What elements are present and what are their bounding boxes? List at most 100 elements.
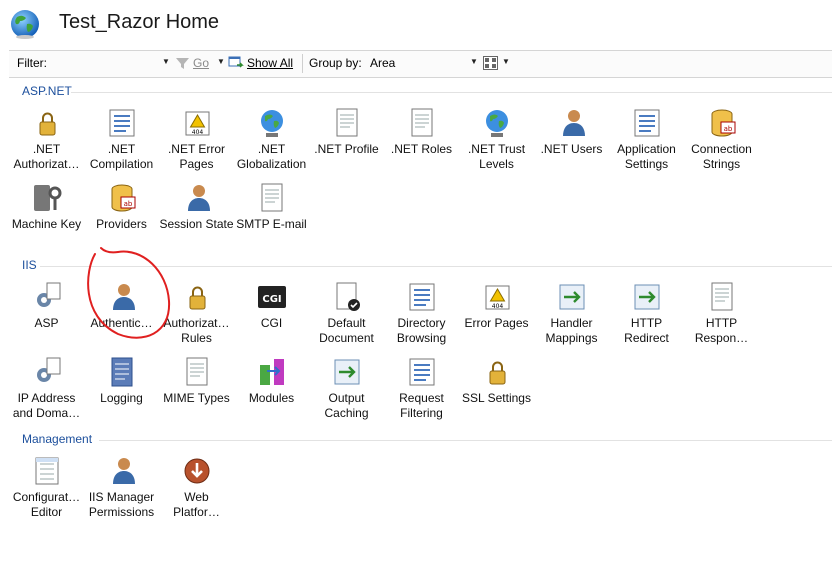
feature-tile-http-response-headers[interactable]: HTTP Respon… [684, 278, 759, 353]
feature-tile-output-caching[interactable]: Output Caching [309, 353, 384, 428]
toolbar-separator [302, 54, 303, 73]
globe-icon [11, 10, 39, 39]
http-response-headers-icon [711, 282, 732, 311]
view-dropdown-icon[interactable]: ▼ [502, 57, 510, 66]
view-options-button[interactable]: ▼ [483, 55, 513, 72]
svg-text:ab: ab [123, 200, 132, 208]
feature-tile-connection-strings[interactable]: ab Connection Strings [684, 104, 759, 179]
net-users-icon [562, 110, 585, 136]
feature-label: Modules [248, 391, 295, 405]
feature-tile-http-redirect[interactable]: HTTP Redirect [609, 278, 684, 353]
providers-icon: ab [111, 184, 135, 212]
view-grid-icon [483, 56, 498, 70]
section-aspnet: ASP.NET .NET Authorizat… .NET Compilation… [9, 80, 832, 231]
feature-tile-net-authorization[interactable]: .NET Authorizat… [9, 104, 84, 179]
net-error-pages-icon: 404 [185, 111, 209, 136]
feature-grid: .NET Authorizat… .NET Compilation 404 .NET … [9, 104, 832, 254]
feature-tile-default-document[interactable]: Default Document [309, 278, 384, 353]
section-title: IIS [22, 258, 37, 272]
feature-label: Directory Browsing [396, 316, 447, 345]
show-all-button[interactable]: Show All [247, 56, 293, 70]
mime-types-icon [186, 357, 207, 386]
feature-tile-application-settings[interactable]: Application Settings [609, 104, 684, 179]
funnel-icon [176, 58, 189, 69]
feature-tile-ip-address-domain[interactable]: IP Address and Doma… [9, 353, 84, 428]
feature-tile-authentication[interactable]: Authentic… [84, 278, 159, 353]
feature-tile-logging[interactable]: Logging [84, 353, 159, 428]
feature-tile-handler-mappings[interactable]: Handler Mappings [534, 278, 609, 353]
session-state-icon [187, 185, 210, 211]
iis-manager-permissions-icon [112, 458, 135, 484]
section-management: Management Configurat… Editor IIS Manager… [9, 428, 832, 519]
feature-label: Logging [100, 391, 143, 405]
feature-label: HTTP Respon… [694, 316, 749, 345]
net-trust-levels-icon [485, 110, 508, 137]
authentication-icon [112, 284, 135, 310]
feature-label: Authentic… [90, 316, 153, 330]
feature-tile-net-error-pages[interactable]: 404 .NET Error Pages [159, 104, 234, 179]
section-iis: IIS ASP Authentic… Authorizat… Rules CGI CGI… [9, 254, 832, 420]
feature-tile-machine-key[interactable]: Machine Key [9, 179, 84, 254]
default-document-icon [336, 282, 360, 311]
feature-tile-asp[interactable]: ASP [9, 278, 84, 353]
feature-tile-directory-browsing[interactable]: Directory Browsing [384, 278, 459, 353]
feature-tile-net-profile[interactable]: .NET Profile [309, 104, 384, 179]
feature-label: .NET Roles [390, 142, 453, 156]
feature-label: .NET Error Pages [167, 142, 226, 171]
feature-tile-configuration-editor[interactable]: Configurat… Editor [9, 452, 84, 527]
modules-icon [259, 359, 284, 385]
feature-label: SMTP E-mail [236, 217, 307, 231]
group-by-dropdown-icon[interactable]: ▼ [470, 57, 478, 66]
go-dropdown-icon[interactable]: ▼ [217, 57, 225, 66]
feature-label: IP Address and Doma… [12, 391, 81, 420]
svg-text:404: 404 [491, 303, 503, 310]
feature-label: Request Filtering [399, 391, 444, 420]
svg-text:404: 404 [191, 129, 203, 136]
svg-text:CGI: CGI [262, 294, 281, 305]
feature-label: Authorizat… Rules [163, 316, 230, 345]
feature-tile-cgi[interactable]: CGI CGI [234, 278, 309, 353]
feature-tile-net-trust-levels[interactable]: .NET Trust Levels [459, 104, 534, 179]
feature-tile-modules[interactable]: Modules [234, 353, 309, 428]
directory-browsing-icon [409, 283, 434, 311]
feature-tile-net-compilation[interactable]: .NET Compilation [84, 104, 159, 179]
feature-tile-smtp-email[interactable]: SMTP E-mail [234, 179, 309, 254]
net-profile-icon [336, 108, 357, 137]
feature-tile-request-filtering[interactable]: Request Filtering [384, 353, 459, 428]
connection-strings-icon: ab [711, 109, 735, 137]
feature-tile-ssl-settings[interactable]: SSL Settings [459, 353, 534, 428]
filter-dropdown-icon[interactable]: ▼ [162, 57, 170, 66]
logging-icon [111, 357, 132, 387]
section-divider [40, 266, 832, 267]
feature-tile-authorization-rules[interactable]: Authorizat… Rules [159, 278, 234, 353]
application-settings-icon [634, 109, 659, 137]
feature-tile-web-platform-installer[interactable]: Web Platfor… [159, 452, 234, 527]
feature-tile-session-state[interactable]: Session State [159, 179, 234, 254]
group-by-select[interactable]: Area [370, 56, 395, 70]
filter-input[interactable] [49, 54, 171, 72]
feature-label: Handler Mappings [545, 316, 598, 345]
feature-label: Default Document [319, 316, 374, 345]
feature-label: IIS Manager Permissions [88, 490, 155, 519]
feature-label: Output Caching [324, 391, 369, 420]
feature-tile-net-users[interactable]: .NET Users [534, 104, 609, 179]
section-title: ASP.NET [22, 84, 72, 98]
request-filtering-icon [409, 358, 434, 386]
feature-label: HTTP Redirect [624, 316, 669, 345]
feature-tile-iis-manager-permissions[interactable]: IIS Manager Permissions [84, 452, 159, 527]
section-divider [71, 92, 832, 93]
feature-tile-error-pages[interactable]: 404 Error Pages [459, 278, 534, 353]
feature-tile-mime-types[interactable]: MIME Types [159, 353, 234, 428]
show-all-icon [228, 56, 244, 68]
feature-tile-net-globalization[interactable]: .NET Globalization [234, 104, 309, 179]
configuration-editor-icon [35, 457, 58, 485]
ssl-settings-icon [489, 361, 505, 385]
go-button[interactable]: Go [193, 56, 209, 70]
feature-label: CGI [260, 316, 283, 330]
group-by-label: Group by: [309, 56, 362, 70]
feature-label: ASP [34, 316, 59, 330]
section-title: Management [22, 432, 93, 446]
feature-label: Web Platfor… [173, 490, 220, 519]
feature-tile-providers[interactable]: ab Providers [84, 179, 159, 254]
feature-tile-net-roles[interactable]: .NET Roles [384, 104, 459, 179]
